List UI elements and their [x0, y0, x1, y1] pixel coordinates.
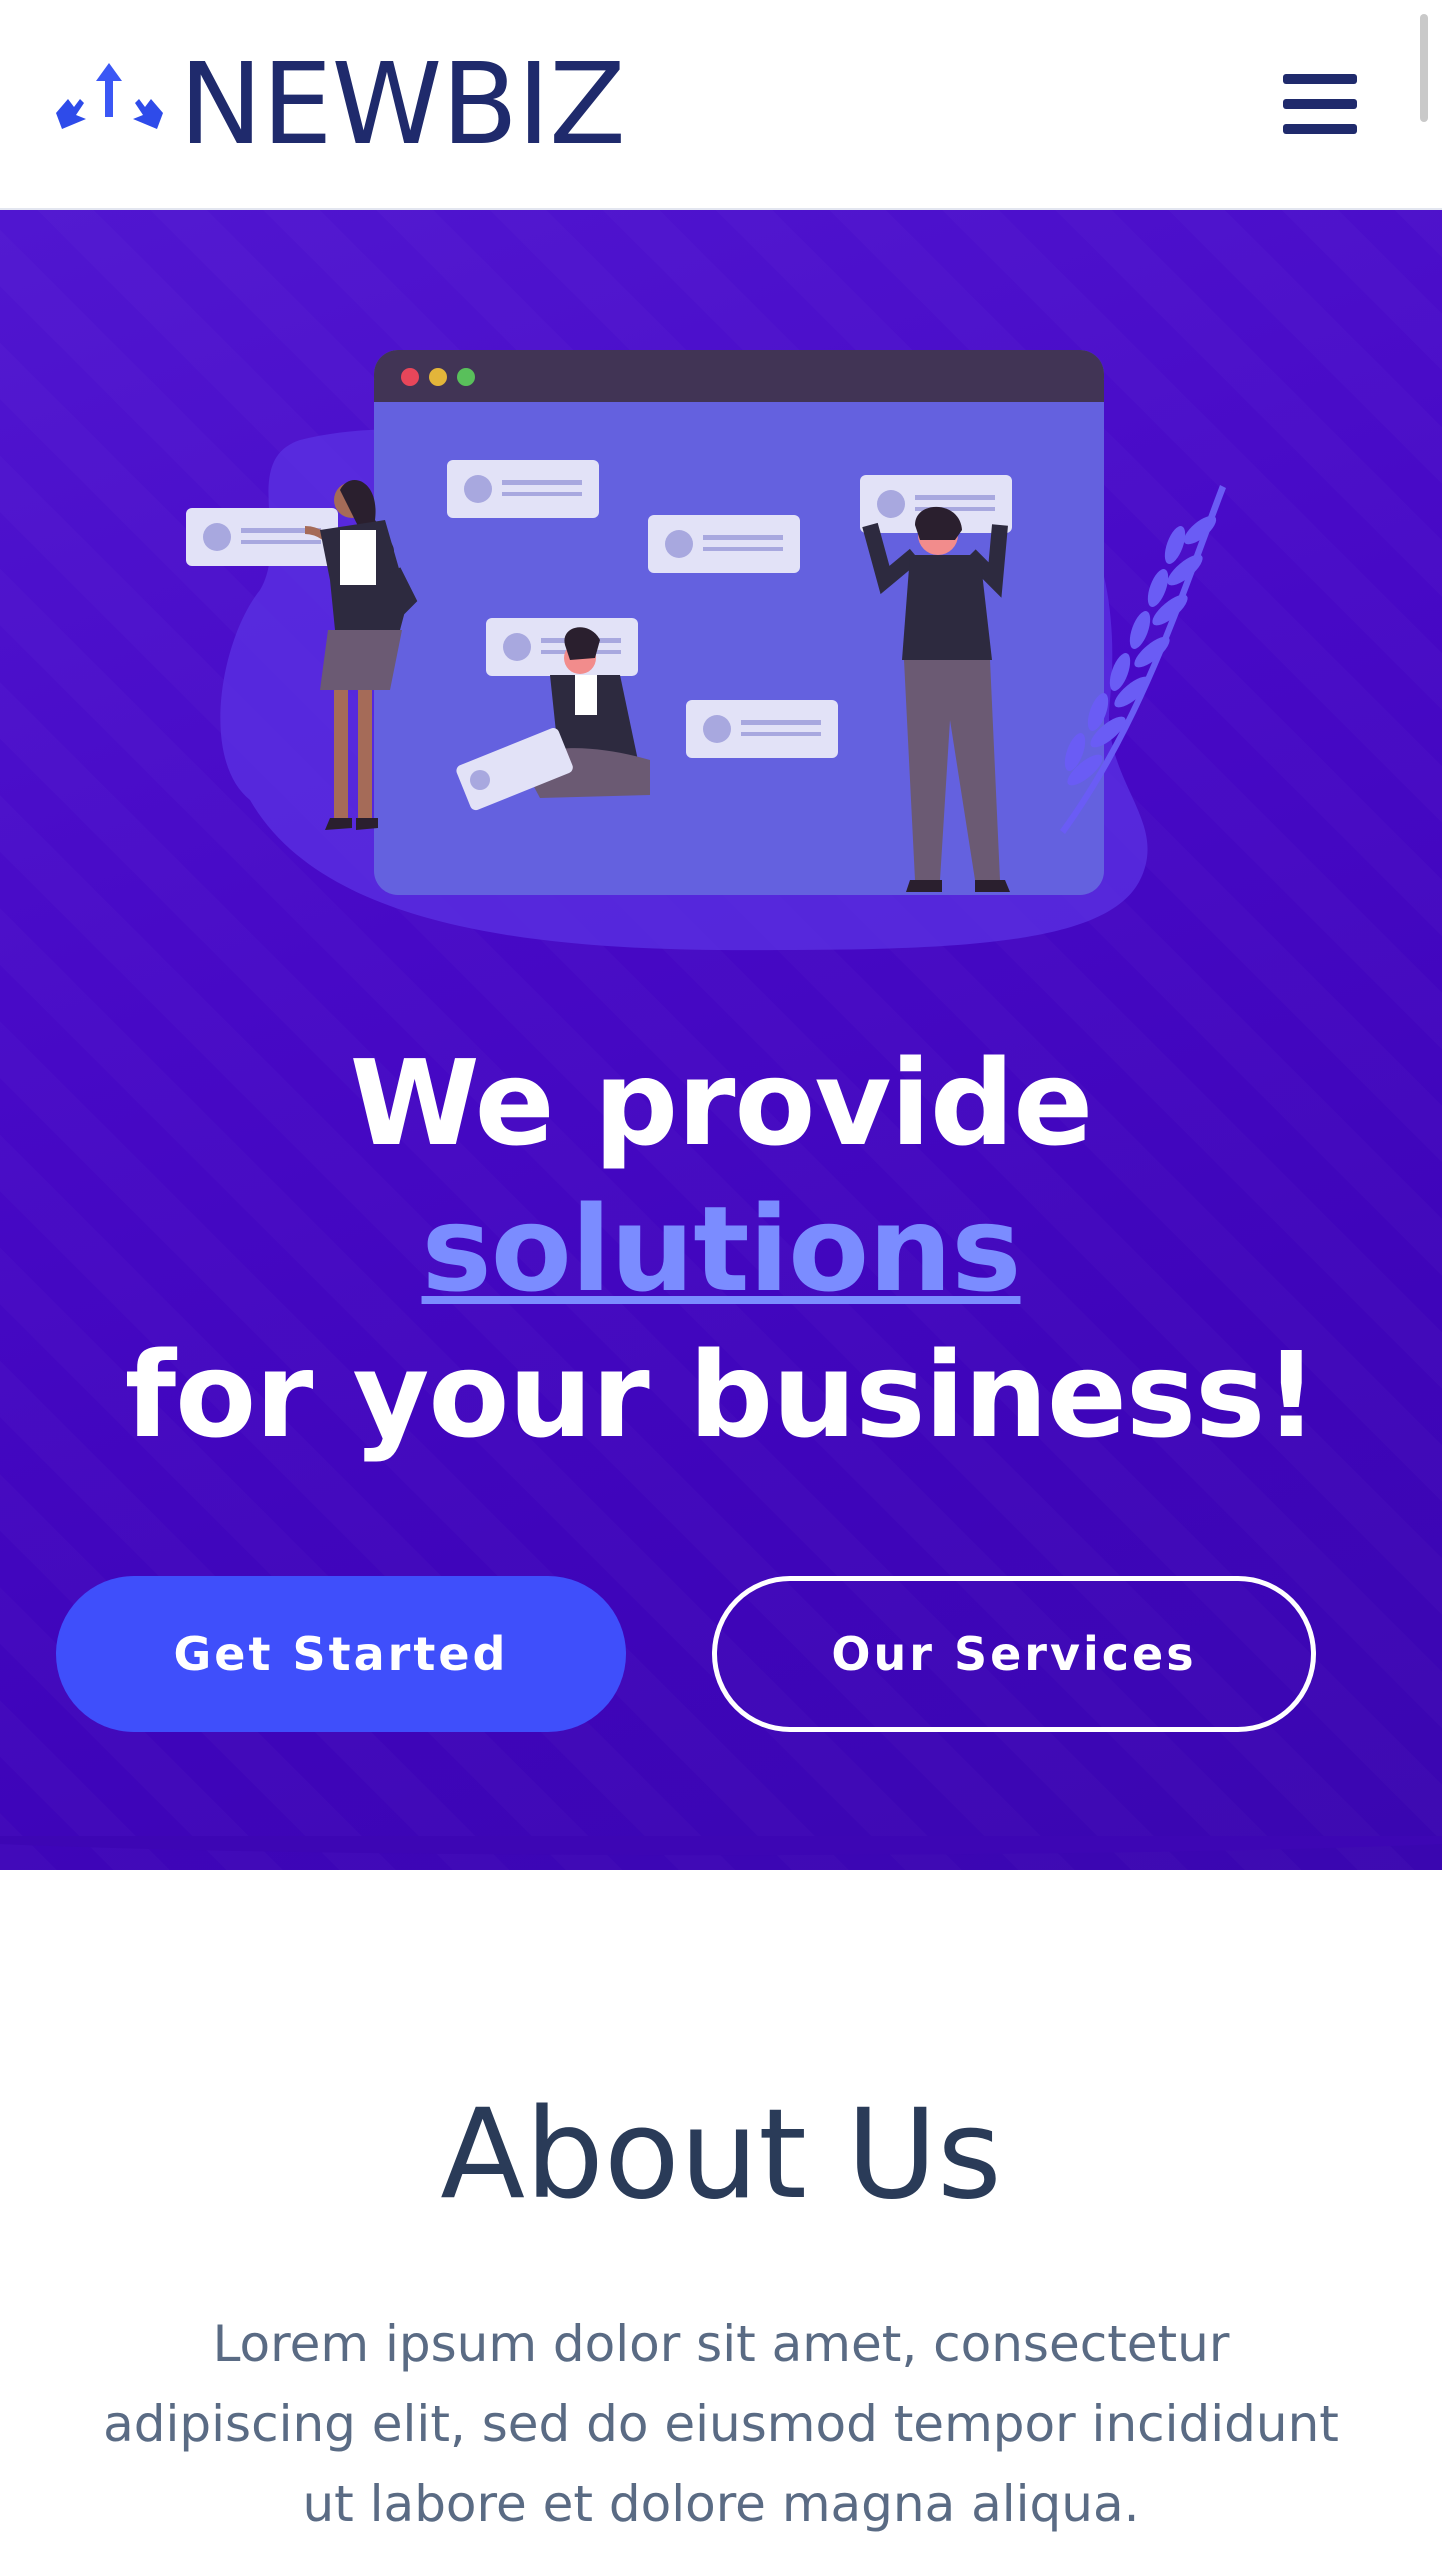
hero-bottom-curve [0, 1836, 1442, 1856]
get-started-button[interactable]: Get Started [56, 1576, 626, 1732]
arrows-split-icon [56, 63, 163, 129]
hero-headline-accent: solutions [421, 1180, 1022, 1318]
team-working-on-browser-illustration [186, 350, 1226, 951]
hero-headline: We provide solutions for your business! [0, 1030, 1442, 1468]
hero-section: We provide solutions for your business! … [0, 210, 1442, 1870]
about-title: About Us [440, 2083, 1002, 2227]
logo-text: NEWBIZ [179, 40, 626, 170]
hero-headline-line1: We provide [349, 1034, 1094, 1172]
hero-headline-line3: for your business! [124, 1326, 1318, 1464]
hamburger-menu-icon[interactable] [1283, 74, 1357, 140]
site-header: NEWBIZ [0, 0, 1442, 210]
our-services-button[interactable]: Our Services [712, 1576, 1316, 1732]
about-text: Lorem ipsum dolor sit amet, consectetur … [103, 2315, 1339, 2533]
scrollbar-thumb[interactable] [1420, 14, 1428, 122]
logo[interactable]: NEWBIZ [52, 40, 626, 170]
